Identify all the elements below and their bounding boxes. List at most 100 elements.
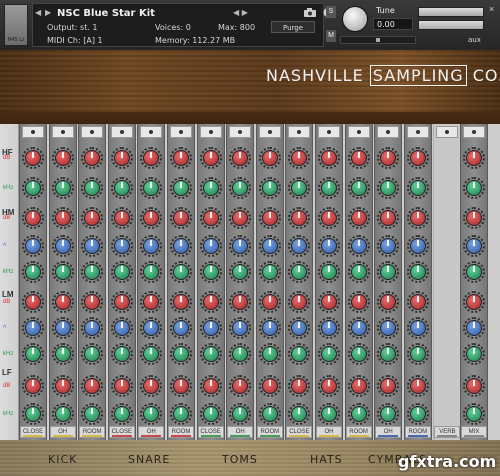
nav-tab-hats[interactable]: HATS [310, 453, 343, 466]
eq-knob-red[interactable] [466, 294, 482, 310]
eq-knob-green[interactable] [173, 264, 189, 280]
solo-button[interactable]: S [326, 6, 336, 18]
nav-tab-snare[interactable]: SNARE [128, 453, 170, 466]
eq-knob-green[interactable] [409, 406, 426, 422]
eq-knob-blue[interactable] [409, 238, 426, 254]
eq-knob-green[interactable] [54, 264, 71, 280]
eq-knob-green[interactable] [202, 346, 219, 362]
eq-knob-green[interactable] [261, 406, 278, 422]
eq-knob-red[interactable] [113, 294, 130, 310]
channel-enable-button[interactable] [463, 126, 485, 138]
eq-knob-green[interactable] [202, 264, 219, 280]
eq-knob-green[interactable] [466, 264, 482, 280]
channel-enable-button[interactable] [406, 126, 429, 138]
channel-enable-button[interactable] [347, 126, 370, 138]
midi-channel-selector[interactable]: MIDI Ch: [A] 1 [47, 36, 103, 45]
instrument-title[interactable]: NSC Blue Star Kit [57, 8, 155, 19]
eq-knob-red[interactable] [261, 210, 278, 226]
eq-knob-red[interactable] [261, 294, 278, 310]
eq-knob-green[interactable] [54, 180, 71, 196]
eq-knob-red[interactable] [54, 294, 71, 310]
eq-knob-red[interactable] [113, 150, 130, 166]
eq-knob-red[interactable] [466, 150, 482, 166]
eq-knob-red[interactable] [113, 210, 130, 226]
eq-knob-red[interactable] [202, 210, 219, 226]
channel-enable-button[interactable] [288, 126, 311, 138]
max-voices-readout[interactable]: Max: 800 [218, 23, 255, 32]
eq-knob-green[interactable] [321, 346, 337, 362]
eq-knob-green[interactable] [321, 264, 337, 280]
eq-knob-blue[interactable] [202, 238, 219, 254]
camera-icon[interactable] [303, 7, 317, 18]
channel-enable-button[interactable] [140, 126, 163, 138]
nav-tab-toms[interactable]: TOMS [222, 453, 258, 466]
eq-knob-blue[interactable] [113, 238, 130, 254]
tune-value-field[interactable]: 0.00 [373, 18, 413, 30]
eq-knob-red[interactable] [202, 150, 219, 166]
eq-knob-green[interactable] [54, 406, 71, 422]
eq-knob-green[interactable] [113, 406, 130, 422]
eq-knob-blue[interactable] [54, 238, 71, 254]
eq-knob-red[interactable] [202, 378, 219, 394]
eq-knob-blue[interactable] [173, 238, 189, 254]
channel-label[interactable]: OH [227, 426, 254, 438]
channel-enable-button[interactable] [318, 126, 340, 138]
eq-knob-red[interactable] [409, 210, 426, 226]
eq-knob-red[interactable] [321, 378, 337, 394]
channel-label[interactable]: ROOM [79, 426, 106, 438]
channel-label[interactable]: CLOSE [197, 426, 224, 438]
eq-knob-blue[interactable] [409, 320, 426, 336]
eq-knob-green[interactable] [466, 406, 482, 422]
channel-enable-button[interactable] [22, 126, 44, 138]
eq-knob-red[interactable] [202, 294, 219, 310]
eq-knob-red[interactable] [321, 150, 337, 166]
eq-knob-green[interactable] [25, 406, 41, 422]
close-icon[interactable]: × [489, 4, 494, 14]
aux-label[interactable]: aux [468, 36, 481, 44]
channel-enable-button[interactable] [258, 126, 281, 138]
purge-button[interactable]: Purge [271, 21, 315, 33]
eq-knob-blue[interactable] [350, 320, 367, 336]
eq-knob-green[interactable] [25, 346, 41, 362]
pan-slider[interactable] [340, 36, 416, 44]
eq-knob-green[interactable] [202, 406, 219, 422]
eq-knob-blue[interactable] [113, 320, 130, 336]
channel-enable-button[interactable] [436, 126, 459, 138]
eq-knob-green[interactable] [261, 346, 278, 362]
channel-enable-button[interactable] [377, 126, 400, 138]
channel-label[interactable]: OH [316, 426, 342, 438]
channel-enable-button[interactable] [229, 126, 252, 138]
eq-knob-green[interactable] [54, 346, 71, 362]
eq-knob-blue[interactable] [261, 238, 278, 254]
eq-knob-green[interactable] [350, 180, 367, 196]
eq-knob-red[interactable] [113, 378, 130, 394]
output-selector[interactable]: Output: st. 1 [47, 23, 98, 32]
eq-knob-blue[interactable] [466, 238, 482, 254]
eq-knob-green[interactable] [113, 346, 130, 362]
eq-knob-red[interactable] [25, 150, 41, 166]
eq-knob-red[interactable] [321, 210, 337, 226]
eq-knob-red[interactable] [261, 378, 278, 394]
eq-knob-green[interactable] [261, 180, 278, 196]
eq-knob-red[interactable] [466, 210, 482, 226]
eq-knob-red[interactable] [321, 294, 337, 310]
eq-knob-red[interactable] [350, 378, 367, 394]
nav-tab-kick[interactable]: KICK [48, 453, 77, 466]
channel-label[interactable]: ROOM [404, 426, 431, 438]
eq-knob-blue[interactable] [202, 320, 219, 336]
eq-knob-red[interactable] [350, 150, 367, 166]
eq-knob-red[interactable] [25, 294, 41, 310]
channel-label[interactable]: OH [138, 426, 165, 438]
eq-knob-red[interactable] [409, 378, 426, 394]
next-instrument-icon[interactable]: ▶ [45, 8, 51, 17]
eq-knob-red[interactable] [25, 210, 41, 226]
eq-knob-red[interactable] [173, 378, 189, 394]
eq-knob-green[interactable] [25, 264, 41, 280]
eq-knob-red[interactable] [54, 210, 71, 226]
eq-knob-blue[interactable] [350, 238, 367, 254]
eq-knob-blue[interactable] [321, 320, 337, 336]
channel-enable-button[interactable] [199, 126, 222, 138]
eq-knob-blue[interactable] [25, 320, 41, 336]
eq-knob-red[interactable] [466, 378, 482, 394]
tune-knob[interactable] [342, 6, 368, 32]
